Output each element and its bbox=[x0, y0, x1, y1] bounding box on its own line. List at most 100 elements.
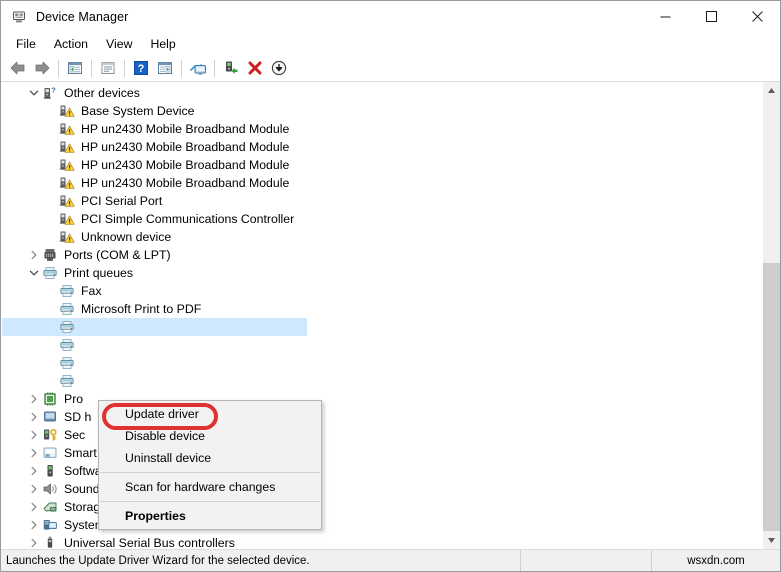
context-menu-item-label: Update driver bbox=[125, 407, 199, 421]
properties-button[interactable] bbox=[96, 57, 120, 79]
tree-node-usb-controllers[interactable]: Universal Serial Bus controllers bbox=[2, 534, 762, 549]
minimize-button[interactable] bbox=[642, 1, 688, 32]
back-button[interactable] bbox=[6, 57, 30, 79]
menu-help[interactable]: Help bbox=[141, 34, 184, 54]
status-middle-pane bbox=[521, 550, 652, 571]
tree-item-label: PCI Serial Port bbox=[81, 194, 163, 208]
tree-item-unknown-device[interactable]: Unknown device bbox=[2, 228, 762, 246]
disable-device-button[interactable] bbox=[267, 57, 291, 79]
device-manager-window: Device Manager File Action View Help ? ?… bbox=[0, 0, 781, 572]
tree-item-hp-un2430-2[interactable]: HP un2430 Mobile Broadband Module bbox=[2, 138, 762, 156]
toolbar: ? bbox=[1, 55, 780, 82]
menu-file[interactable]: File bbox=[7, 34, 45, 54]
warning-device-icon bbox=[59, 175, 75, 191]
menu-bar: File Action View Help bbox=[1, 32, 780, 55]
tree-item-label: Microsoft Print to PDF bbox=[81, 302, 202, 316]
tree-item-pci-serial-port[interactable]: PCI Serial Port bbox=[2, 192, 762, 210]
tree-item-label: SD h bbox=[64, 410, 92, 424]
tree-item-pci-simple-communications-controller[interactable]: PCI Simple Communications Controller bbox=[2, 210, 762, 228]
tree-item-label: Print queues bbox=[64, 266, 134, 280]
vertical-scrollbar[interactable] bbox=[762, 82, 780, 549]
printer-icon bbox=[59, 301, 75, 317]
tree-item-microsoft-print-to-pdf[interactable]: Microsoft Print to PDF bbox=[2, 300, 762, 318]
chevron-right-icon[interactable] bbox=[26, 426, 42, 444]
context-menu-update-driver[interactable]: Update driver bbox=[99, 403, 321, 425]
tree-item-selected-printer[interactable] bbox=[2, 318, 307, 336]
tree-node-ports[interactable]: Ports (COM & LPT) bbox=[2, 246, 762, 264]
context-menu-uninstall-device[interactable]: Uninstall device bbox=[99, 447, 321, 469]
chevron-right-icon[interactable] bbox=[26, 516, 42, 534]
device-manager-icon bbox=[11, 9, 27, 25]
context-menu-item-label: Uninstall device bbox=[125, 451, 212, 465]
red-x-icon bbox=[248, 61, 262, 75]
chevron-right-icon[interactable] bbox=[26, 246, 42, 264]
toolbar-separator-2 bbox=[91, 59, 92, 77]
toolbar-separator-4 bbox=[181, 59, 182, 77]
chevron-down-icon[interactable] bbox=[26, 84, 42, 102]
chevron-right-icon[interactable] bbox=[26, 390, 42, 408]
watermark: wsxdn.com bbox=[687, 554, 745, 567]
scroll-up-button[interactable] bbox=[763, 82, 780, 99]
back-arrow-icon bbox=[10, 61, 25, 75]
chevron-right-icon[interactable] bbox=[26, 408, 42, 426]
tree-item-hp-un2430-3[interactable]: HP un2430 Mobile Broadband Module bbox=[2, 156, 762, 174]
tree-item-hp-un2430-4[interactable]: HP un2430 Mobile Broadband Module bbox=[2, 174, 762, 192]
content-area: ? Other devices Base System Device HP un243… bbox=[1, 82, 780, 549]
unknown-device-icon: ? bbox=[42, 85, 58, 101]
update-driver-button[interactable] bbox=[219, 57, 243, 79]
ports-icon bbox=[42, 247, 58, 263]
chevron-right-icon[interactable] bbox=[26, 444, 42, 462]
tree-item-fax[interactable]: Fax bbox=[2, 282, 762, 300]
warning-device-icon bbox=[59, 139, 75, 155]
tree-node-other-devices[interactable]: ? Other devices bbox=[2, 84, 762, 102]
uninstall-device-button[interactable] bbox=[243, 57, 267, 79]
tree-node-print-queues[interactable]: Print queues bbox=[2, 264, 762, 282]
tree-item-label: Sec bbox=[64, 428, 86, 442]
tree-item-printer-3[interactable] bbox=[2, 354, 762, 372]
status-message: Launches the Update Driver Wizard for th… bbox=[1, 550, 521, 571]
tree-item-label: Ports (COM & LPT) bbox=[64, 248, 171, 262]
context-menu-disable-device[interactable]: Disable device bbox=[99, 425, 321, 447]
scroll-down-button[interactable] bbox=[763, 532, 780, 549]
chevron-right-icon[interactable] bbox=[26, 534, 42, 549]
tree-item-label: Pro bbox=[64, 392, 84, 406]
usb-icon bbox=[42, 535, 58, 549]
menu-view[interactable]: View bbox=[97, 34, 141, 54]
printer-icon bbox=[59, 355, 75, 371]
context-menu-item-label: Properties bbox=[125, 509, 186, 523]
question-mark-icon: ? bbox=[134, 61, 148, 75]
show-hide-console-tree-button[interactable] bbox=[63, 57, 87, 79]
tree-item-label: PCI Simple Communications Controller bbox=[81, 212, 295, 226]
printer-icon bbox=[59, 337, 75, 353]
scan-for-hardware-changes-button[interactable] bbox=[186, 57, 210, 79]
tree-item-label: HP un2430 Mobile Broadband Module bbox=[81, 122, 290, 136]
tree-item-base-system-device[interactable]: Base System Device bbox=[2, 102, 762, 120]
menu-action[interactable]: Action bbox=[45, 34, 97, 54]
context-menu-scan-for-hardware-changes[interactable]: Scan for hardware changes bbox=[99, 476, 321, 498]
chevron-right-icon[interactable] bbox=[26, 462, 42, 480]
close-button[interactable] bbox=[734, 1, 780, 32]
help-button[interactable]: ? bbox=[129, 57, 153, 79]
toolbar-separator-1 bbox=[58, 59, 59, 77]
chevron-right-icon[interactable] bbox=[26, 480, 42, 498]
tree-item-label: HP un2430 Mobile Broadband Module bbox=[81, 158, 290, 172]
tree-item-printer-2[interactable] bbox=[2, 336, 762, 354]
tree-item-hp-un2430-1[interactable]: HP un2430 Mobile Broadband Module bbox=[2, 120, 762, 138]
chevron-right-icon[interactable] bbox=[26, 498, 42, 516]
context-menu-properties[interactable]: Properties bbox=[99, 505, 321, 527]
scrollbar-track[interactable] bbox=[763, 99, 780, 532]
warning-device-icon bbox=[59, 103, 75, 119]
maximize-button[interactable] bbox=[688, 1, 734, 32]
context-menu-item-label: Disable device bbox=[125, 429, 205, 443]
forward-button[interactable] bbox=[30, 57, 54, 79]
toolbar-separator-3 bbox=[124, 59, 125, 77]
scrollbar-thumb[interactable] bbox=[763, 263, 780, 531]
printer-icon bbox=[59, 319, 75, 335]
window-controls bbox=[642, 1, 780, 32]
security-device-icon bbox=[42, 427, 58, 443]
console-tree-icon bbox=[68, 62, 82, 74]
chevron-down-icon[interactable] bbox=[26, 264, 42, 282]
show-hide-action-pane-button[interactable] bbox=[153, 57, 177, 79]
tree-item-printer-4[interactable] bbox=[2, 372, 762, 390]
warning-device-icon bbox=[59, 193, 75, 209]
